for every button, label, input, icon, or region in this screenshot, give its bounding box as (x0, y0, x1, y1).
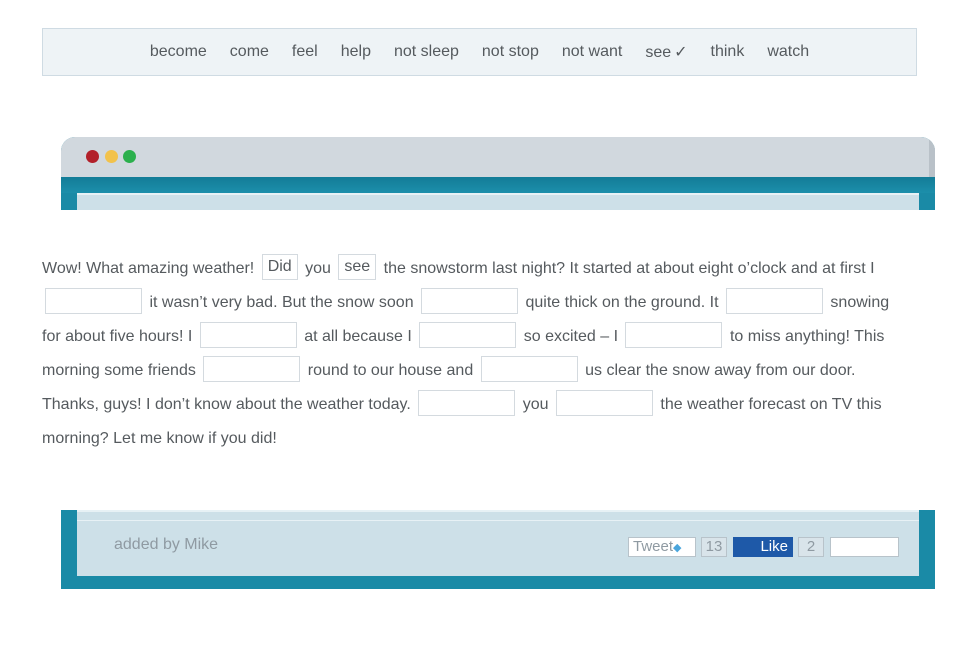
text-segment: round to our house and (307, 362, 474, 379)
answer-gap-2[interactable]: see (338, 253, 377, 280)
answer-gap-8[interactable] (625, 321, 723, 348)
text-segment: you (522, 396, 549, 413)
answer-gap-4[interactable] (421, 287, 519, 314)
answer-gap-11[interactable] (418, 389, 516, 416)
word-watch[interactable]: watch (756, 43, 821, 61)
browser-content-bottom: added by Mike Tweet◆ 13 Like 2 (77, 510, 919, 576)
text-segment: quite thick on the ground. It (525, 294, 719, 311)
answer-gap-12[interactable] (555, 389, 653, 416)
word-think[interactable]: think (699, 43, 756, 61)
share-input[interactable] (830, 537, 899, 557)
browser-edge (929, 137, 935, 177)
like-count: 2 (798, 537, 824, 557)
word-see[interactable]: see ✓ (634, 42, 699, 62)
answer-gap-3[interactable] (45, 287, 142, 314)
tweet-label: Tweet (633, 538, 674, 555)
word-not-want[interactable]: not want (550, 43, 633, 61)
browser-mockup-top (61, 137, 935, 210)
answer-gap-7[interactable] (419, 321, 517, 348)
divider (77, 520, 919, 521)
word-see-label: see (645, 44, 672, 61)
text-segment: at all because I (304, 328, 412, 345)
minimize-dot-icon (105, 150, 118, 163)
maximize-dot-icon (123, 150, 136, 163)
answer-gap-9[interactable] (203, 355, 301, 382)
close-dot-icon (86, 150, 99, 163)
twitter-bird-icon: ◆ (673, 542, 682, 554)
word-bank: become come feel help not sleep not stop… (42, 28, 917, 76)
text-segment: it wasn’t very bad. But the snow soon (149, 294, 414, 311)
word-come[interactable]: come (218, 43, 280, 61)
word-not-sleep[interactable]: not sleep (382, 43, 470, 61)
browser-mockup-bottom: added by Mike Tweet◆ 13 Like 2 (61, 510, 935, 589)
word-not-stop[interactable]: not stop (470, 43, 550, 61)
author-credit: added by Mike (114, 536, 219, 553)
answer-gap-1[interactable]: Did (261, 253, 298, 280)
like-button[interactable]: Like (733, 537, 793, 557)
answer-gap-5[interactable] (725, 287, 823, 314)
word-become[interactable]: become (138, 43, 218, 61)
answer-gap-10[interactable] (480, 355, 578, 382)
text-segment: you (305, 260, 331, 277)
answer-gap-6[interactable] (199, 321, 297, 348)
tweet-count: 13 (701, 537, 727, 557)
gap-fill-text: Wow! What amazing weather! Did you see t… (42, 252, 902, 456)
text-segment: the snowstorm last night? It started at … (383, 260, 875, 277)
browser-frame-stripe (61, 177, 935, 193)
word-help[interactable]: help (329, 43, 382, 61)
text-segment: Wow! What amazing weather! (42, 260, 255, 277)
check-icon: ✓ (674, 44, 688, 61)
text-segment: so excited – I (523, 328, 619, 345)
browser-chrome-bar (61, 137, 935, 177)
word-feel[interactable]: feel (280, 43, 329, 61)
browser-content-top (77, 193, 919, 210)
tweet-button[interactable]: Tweet◆ (628, 537, 696, 557)
